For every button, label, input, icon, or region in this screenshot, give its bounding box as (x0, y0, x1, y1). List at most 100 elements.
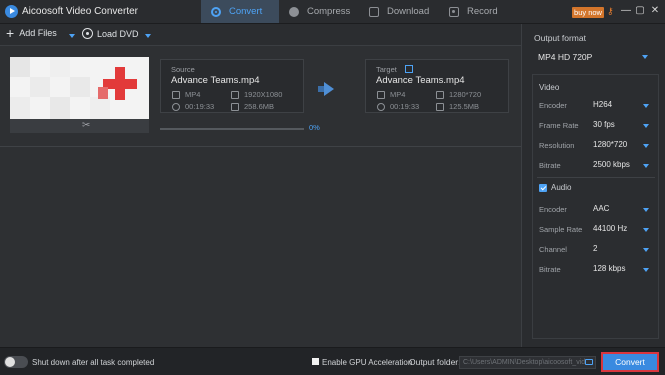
clock-icon (172, 102, 180, 111)
video-encoder-select[interactable]: H264 (593, 100, 612, 109)
toolbar: + Add Files Load DVD (0, 24, 521, 46)
app-title: Aicoosoft Video Converter (22, 6, 138, 17)
target-header: Target (376, 65, 397, 74)
target-size: 125.5MB (436, 102, 479, 111)
audio-section-title: Audio (551, 183, 572, 192)
settings-box: Video Encoder H264 Frame Rate 30 fps Res… (532, 74, 659, 339)
source-duration-value: 00:19:33 (185, 102, 215, 111)
chevron-down-icon (643, 104, 649, 108)
video-thumbnail[interactable]: ✂ (10, 57, 149, 133)
tab-download-label: Download (387, 6, 430, 17)
target-format: MP4 (377, 90, 405, 99)
channel-label: Channel (539, 245, 567, 254)
chevron-down-icon (643, 164, 649, 168)
format-icon (377, 90, 385, 99)
video-section-title: Video (539, 83, 560, 92)
video-bitrate-select[interactable]: 2500 kbps (593, 160, 630, 169)
progress-bar (160, 128, 304, 130)
frame-rate-label: Frame Rate (539, 121, 579, 130)
sample-rate-label: Sample Rate (539, 225, 583, 234)
output-settings-panel: Output format MP4 HD 720P Video Encoder … (521, 24, 665, 347)
source-format-value: MP4 (185, 90, 201, 99)
load-dvd-button[interactable]: Load DVD (82, 28, 139, 39)
resolution-icon (231, 90, 239, 99)
record-icon (449, 6, 459, 17)
shutdown-toggle[interactable] (4, 356, 28, 368)
thumbnail-image (10, 57, 149, 119)
resolution-icon (436, 90, 444, 99)
tab-convert[interactable]: Convert (201, 0, 279, 23)
divider (537, 177, 655, 178)
gpu-acceleration-checkbox[interactable] (312, 358, 319, 365)
source-info: Source Advance Teams.mp4 MP4 1920X1080 0… (160, 59, 304, 113)
output-format-select[interactable]: MP4 HD 720P (532, 49, 656, 65)
close-button[interactable]: ✕ (650, 5, 660, 17)
source-resolution: 1920X1080 (231, 90, 282, 99)
audio-bitrate-label: Bitrate (539, 265, 561, 274)
filesize-icon (231, 102, 239, 111)
tab-compress-label: Compress (307, 6, 351, 17)
video-bitrate-label: Bitrate (539, 161, 561, 170)
load-dvd-label: Load DVD (97, 28, 139, 39)
add-files-button[interactable]: + Add Files (6, 25, 57, 41)
convert-icon (211, 6, 221, 17)
dvd-icon (82, 28, 93, 39)
gpu-acceleration-label: Enable GPU Acceleration (322, 358, 413, 367)
audio-checkbox[interactable] (539, 184, 547, 192)
target-duration: 00:19:33 (377, 102, 419, 111)
restore-button[interactable]: ▢ (635, 5, 645, 17)
target-header-row: Target (376, 65, 498, 74)
target-size-value: 125.5MB (449, 102, 480, 111)
scissors-icon[interactable]: ✂ (82, 120, 90, 131)
chevron-down-icon (642, 55, 648, 59)
plus-icon: + (6, 25, 15, 41)
tab-record-label: Record (467, 6, 498, 17)
chevron-down-icon (643, 144, 649, 148)
source-size-value: 258.6MB (244, 102, 275, 111)
target-info: Target Advance Teams.mp4 MP4 1280*720 00… (365, 59, 509, 113)
target-resolution-value: 1280*720 (449, 90, 482, 99)
thumbnail-toolbar (10, 119, 149, 133)
chevron-down-icon (643, 228, 649, 232)
clock-icon (377, 102, 385, 111)
frame-rate-select[interactable]: 30 fps (593, 120, 615, 129)
key-icon[interactable]: ⚷ (607, 7, 615, 16)
sample-rate-select[interactable]: 44100 Hz (593, 224, 627, 233)
audio-encoder-label: Encoder (539, 205, 567, 214)
target-duration-value: 00:19:33 (390, 102, 420, 111)
tab-convert-label: Convert (229, 6, 263, 17)
tab-record[interactable]: Record (439, 0, 519, 23)
file-row[interactable]: ✂ Source Advance Teams.mp4 MP4 1920X1080… (0, 47, 521, 147)
title-bar: Aicoosoft Video Converter Convert Compre… (0, 0, 665, 24)
convert-arrow-icon (324, 82, 334, 96)
bottom-bar: Shut down after all task completed Enabl… (0, 347, 665, 375)
audio-bitrate-select[interactable]: 128 kbps (593, 264, 625, 273)
source-duration: 00:19:33 (172, 102, 214, 111)
add-files-label: Add Files (19, 28, 57, 38)
audio-encoder-select[interactable]: AAC (593, 204, 609, 213)
channel-select[interactable]: 2 (593, 244, 597, 253)
progress-text: 0% (309, 123, 320, 132)
chevron-down-icon (643, 248, 649, 252)
edit-icon[interactable] (404, 65, 413, 73)
minimize-button[interactable]: — (621, 5, 631, 17)
video-encoder-label: Encoder (539, 101, 567, 110)
file-list: ✂ Source Advance Teams.mp4 MP4 1920X1080… (0, 47, 521, 347)
target-resolution: 1280*720 (436, 90, 481, 99)
output-folder-input[interactable]: C:\Users\ADMIN\Desktop\aicoosoft_vid (459, 356, 596, 369)
output-folder-label: Output folder: (409, 357, 461, 367)
source-size: 258.6MB (231, 102, 274, 111)
chevron-down-icon (643, 124, 649, 128)
add-files-dropdown-icon[interactable] (69, 34, 75, 38)
tab-compress[interactable]: Compress (279, 0, 359, 23)
compress-icon (289, 6, 299, 17)
buy-now-button[interactable]: buy now (572, 7, 604, 18)
resolution-select[interactable]: 1280*720 (593, 140, 627, 149)
resolution-label: Resolution (539, 141, 575, 150)
chevron-down-icon (643, 208, 649, 212)
load-dvd-dropdown-icon[interactable] (145, 34, 151, 38)
convert-button[interactable]: Convert (601, 352, 659, 372)
tab-download[interactable]: Download (359, 0, 439, 23)
folder-icon[interactable] (585, 359, 593, 365)
output-format-value: MP4 HD 720P (538, 52, 593, 62)
